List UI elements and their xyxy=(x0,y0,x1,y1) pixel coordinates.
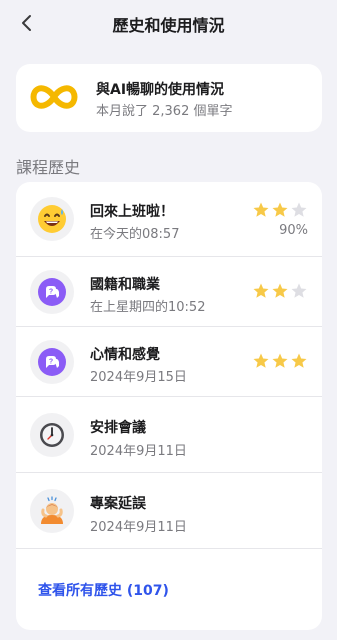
chat-bubble-icon: ? xyxy=(38,278,66,306)
sweat-smile-emoji-icon xyxy=(38,205,66,233)
list-item[interactable]: ? 國籍和職業 在上星期四的10:52 xyxy=(16,257,322,327)
star-rating xyxy=(252,352,308,370)
avatar: ? xyxy=(30,340,74,384)
star-filled-icon xyxy=(291,353,307,368)
star-rating xyxy=(252,201,308,219)
infinity-icon xyxy=(30,85,78,109)
avatar xyxy=(30,413,74,457)
svg-text:?: ? xyxy=(49,359,53,366)
lesson-date: 2024年9月15日 xyxy=(90,370,187,385)
lesson-date: 2024年9月11日 xyxy=(90,444,187,459)
star-rating xyxy=(252,282,308,300)
lesson-date: 2024年9月11日 xyxy=(90,520,187,535)
star-empty-icon xyxy=(291,283,307,298)
star-filled-icon xyxy=(272,353,288,368)
star-filled-icon xyxy=(253,353,269,368)
page-title: 歷史和使用情況 xyxy=(112,16,225,35)
stressed-person-icon xyxy=(41,496,63,524)
star-filled-icon xyxy=(253,202,269,217)
usage-title: 與AI暢聊的使用情況 xyxy=(96,82,225,98)
star-filled-icon xyxy=(272,202,288,217)
clock-icon xyxy=(40,423,64,447)
chat-bubble-icon: ? xyxy=(38,348,66,376)
lesson-title: 安排會議 xyxy=(90,420,146,436)
lesson-history-list: 回來上班啦！ 在今天的08:57 90% ? 國籍和職業 在上星期四的10:52 xyxy=(16,182,322,630)
view-all-history-link[interactable]: 查看所有歷史 (107) xyxy=(38,580,169,600)
list-item[interactable]: 安排會議 2024年9月11日 xyxy=(16,397,322,473)
star-empty-icon xyxy=(291,202,307,217)
lesson-title: 回來上班啦！ xyxy=(90,204,174,220)
lesson-title: 心情和感覺 xyxy=(90,347,160,363)
avatar: ? xyxy=(30,270,74,314)
list-item[interactable]: 專案延誤 2024年9月11日 xyxy=(16,473,322,549)
lesson-date: 在今天的08:57 xyxy=(90,227,180,242)
avatar xyxy=(30,489,74,533)
usage-subtitle: 本月說了 2,362 個單字 xyxy=(96,104,233,119)
lesson-title: 專案延誤 xyxy=(90,496,146,512)
lesson-date: 在上星期四的10:52 xyxy=(90,300,206,315)
star-filled-icon xyxy=(253,283,269,298)
svg-text:?: ? xyxy=(49,289,53,296)
divider xyxy=(16,548,322,549)
list-item[interactable]: ? 心情和感覺 2024年9月15日 xyxy=(16,327,322,397)
ai-chat-usage-card[interactable]: 與AI暢聊的使用情況 本月說了 2,362 個單字 xyxy=(16,64,322,132)
section-title: 課程歷史 xyxy=(16,158,81,177)
list-item[interactable]: 回來上班啦！ 在今天的08:57 90% xyxy=(16,182,322,257)
lesson-score: 90% xyxy=(279,223,308,238)
avatar xyxy=(30,197,74,241)
star-filled-icon xyxy=(272,283,288,298)
header: 歷史和使用情況 xyxy=(0,0,337,46)
lesson-title: 國籍和職業 xyxy=(90,277,160,293)
